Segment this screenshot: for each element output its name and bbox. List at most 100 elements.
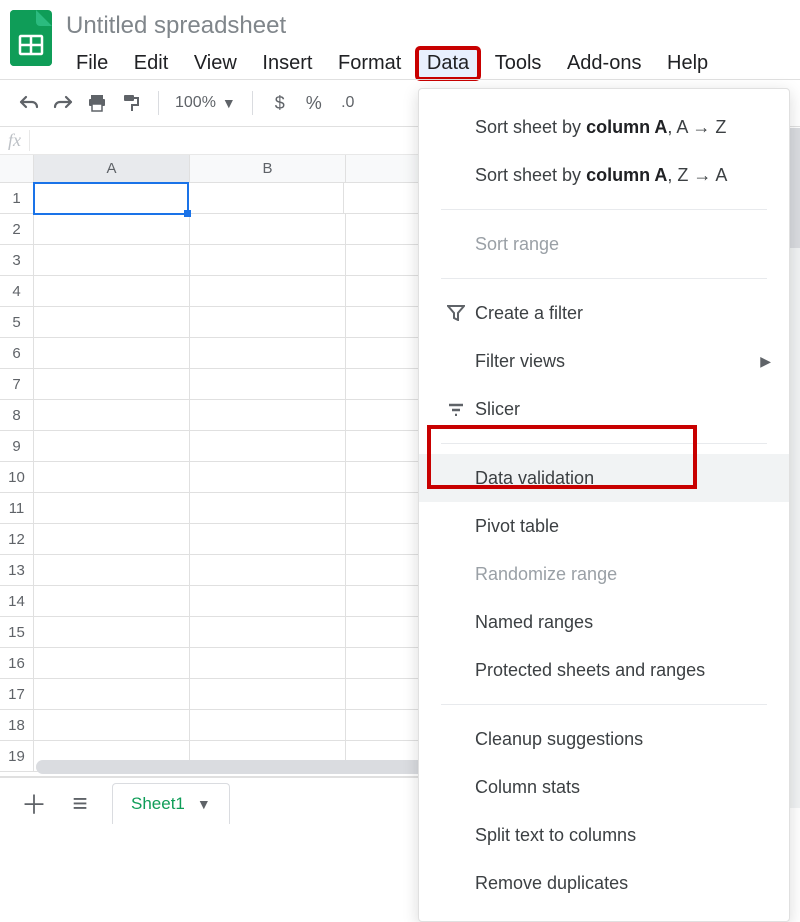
menubar: File Edit View Insert Format Data Tools … (66, 48, 790, 79)
cell[interactable] (34, 586, 190, 617)
cell[interactable] (34, 648, 190, 679)
vertical-scrollbar[interactable] (790, 128, 800, 808)
row-header[interactable]: 2 (0, 214, 34, 245)
cell[interactable] (34, 369, 190, 400)
menu-cleanup-suggestions[interactable]: Cleanup suggestions (419, 715, 789, 763)
redo-button[interactable] (46, 86, 80, 120)
row-header[interactable]: 9 (0, 431, 34, 462)
scrollbar-thumb[interactable] (36, 760, 476, 774)
row-header[interactable]: 4 (0, 276, 34, 307)
sheet-tab-sheet1[interactable]: Sheet1 ▼ (112, 783, 230, 824)
cell[interactable] (34, 307, 190, 338)
cell[interactable] (34, 617, 190, 648)
menu-item-label: Pivot table (471, 516, 767, 537)
select-all-corner[interactable] (0, 155, 34, 182)
percent-button[interactable]: % (297, 86, 331, 120)
cell[interactable] (34, 555, 190, 586)
row-header[interactable]: 6 (0, 338, 34, 369)
cell[interactable] (190, 214, 346, 245)
cell[interactable] (34, 431, 190, 462)
cell[interactable] (190, 431, 346, 462)
menu-data[interactable]: Data (417, 48, 479, 79)
menu-create-filter[interactable]: Create a filter (419, 289, 789, 337)
add-sheet-button[interactable]: ＋ (20, 785, 48, 822)
cell[interactable] (34, 462, 190, 493)
cell[interactable] (190, 586, 346, 617)
menu-edit[interactable]: Edit (124, 48, 178, 79)
menu-help[interactable]: Help (657, 48, 718, 79)
cell[interactable] (34, 710, 190, 741)
row-header[interactable]: 12 (0, 524, 34, 555)
cell[interactable] (190, 276, 346, 307)
menu-protected-ranges[interactable]: Protected sheets and ranges (419, 646, 789, 694)
row-header[interactable]: 11 (0, 493, 34, 524)
cell[interactable] (190, 679, 346, 710)
row-header[interactable]: 14 (0, 586, 34, 617)
menu-column-stats[interactable]: Column stats (419, 763, 789, 811)
cell[interactable] (190, 617, 346, 648)
doc-title[interactable]: Untitled spreadsheet (66, 12, 790, 40)
cell[interactable] (190, 524, 346, 555)
cell[interactable] (34, 679, 190, 710)
cell[interactable] (34, 245, 190, 276)
caret-down-icon[interactable]: ▼ (197, 796, 211, 812)
menu-item-label: Named ranges (471, 612, 767, 633)
row-header[interactable]: 1 (0, 183, 34, 214)
col-header-b[interactable]: B (190, 155, 346, 182)
row-header[interactable]: 10 (0, 462, 34, 493)
row-header[interactable]: 5 (0, 307, 34, 338)
menu-slicer[interactable]: Slicer (419, 385, 789, 433)
menu-remove-duplicates[interactable]: Remove duplicates (419, 859, 789, 907)
cell[interactable] (190, 307, 346, 338)
menu-addons[interactable]: Add-ons (557, 48, 652, 79)
cell[interactable] (190, 245, 346, 276)
col-header-a[interactable]: A (34, 155, 190, 182)
menu-insert[interactable]: Insert (252, 48, 322, 79)
menu-pivot-table[interactable]: Pivot table (419, 502, 789, 550)
paint-format-button[interactable] (114, 86, 148, 120)
scrollbar-thumb[interactable] (790, 128, 800, 248)
row-header[interactable]: 7 (0, 369, 34, 400)
menu-filter-views[interactable]: Filter views ▶ (419, 337, 789, 385)
cell[interactable] (190, 493, 346, 524)
cell[interactable] (190, 710, 346, 741)
cell[interactable] (33, 182, 189, 215)
row-header[interactable]: 16 (0, 648, 34, 679)
menu-view[interactable]: View (184, 48, 247, 79)
row-header[interactable]: 18 (0, 710, 34, 741)
row-header[interactable]: 8 (0, 400, 34, 431)
row-header[interactable]: 13 (0, 555, 34, 586)
zoom-selector[interactable]: 100% ▼ (169, 94, 242, 112)
cell[interactable] (190, 648, 346, 679)
menu-sort-asc[interactable]: Sort sheet by column A, A → Z (419, 103, 789, 151)
cell[interactable] (34, 276, 190, 307)
cell[interactable] (34, 524, 190, 555)
row-header[interactable]: 19 (0, 741, 34, 772)
cell[interactable] (34, 338, 190, 369)
cell[interactable] (190, 555, 346, 586)
cell[interactable] (34, 493, 190, 524)
menu-named-ranges[interactable]: Named ranges (419, 598, 789, 646)
row-header[interactable]: 15 (0, 617, 34, 648)
all-sheets-button[interactable]: ≡ (66, 788, 94, 819)
currency-button[interactable]: $ (263, 86, 297, 120)
submenu-arrow-icon: ▶ (760, 353, 771, 370)
cell[interactable] (190, 400, 346, 431)
decrease-decimal-button[interactable]: .0 (331, 86, 365, 120)
menu-format[interactable]: Format (328, 48, 411, 79)
menu-data-validation[interactable]: Data validation (419, 454, 789, 502)
cell[interactable] (190, 338, 346, 369)
menu-sort-desc[interactable]: Sort sheet by column A, Z → A (419, 151, 789, 199)
cell[interactable] (190, 369, 346, 400)
menu-tools[interactable]: Tools (485, 48, 552, 79)
print-button[interactable] (80, 86, 114, 120)
cell[interactable] (34, 400, 190, 431)
row-header[interactable]: 3 (0, 245, 34, 276)
undo-button[interactable] (12, 86, 46, 120)
cell[interactable] (188, 183, 344, 214)
menu-split-text[interactable]: Split text to columns (419, 811, 789, 859)
menu-file[interactable]: File (66, 48, 118, 79)
row-header[interactable]: 17 (0, 679, 34, 710)
cell[interactable] (34, 214, 190, 245)
cell[interactable] (190, 462, 346, 493)
